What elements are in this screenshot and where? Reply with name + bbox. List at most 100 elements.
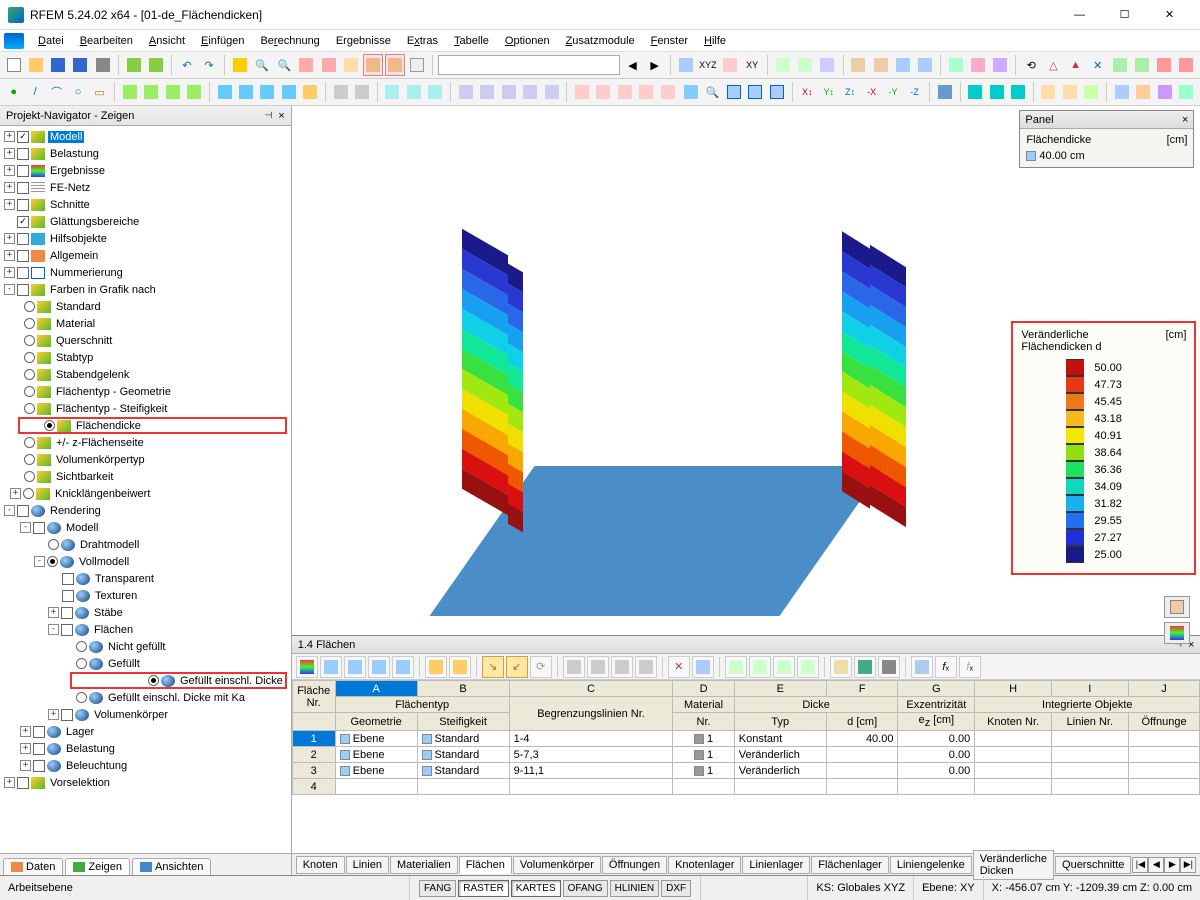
tree-item-flaechen[interactable]: Flächen	[92, 624, 135, 636]
tt-9[interactable]: ↙	[506, 656, 528, 678]
col-material-nr[interactable]: Nr.	[673, 713, 734, 731]
tt-1[interactable]	[296, 656, 318, 678]
tb2-p[interactable]	[352, 81, 371, 103]
system-menu-icon[interactable]	[4, 33, 24, 49]
tb2-ab[interactable]	[636, 81, 655, 103]
tree-item-querschnitt[interactable]: Querschnitt	[54, 335, 114, 347]
tb2-f[interactable]	[120, 81, 139, 103]
loadcase-combo[interactable]	[438, 55, 620, 75]
tb2-ax6[interactable]: -Z	[905, 81, 924, 103]
tb2-b[interactable]: /	[25, 81, 44, 103]
menu-ergebnisse[interactable]: Ergebnisse	[328, 33, 399, 49]
minimize-button[interactable]: —	[1057, 1, 1102, 29]
table-tab-knoten[interactable]: Knoten	[296, 856, 345, 874]
tb-c4[interactable]	[363, 54, 383, 76]
tb-new[interactable]	[4, 54, 24, 76]
tree-item-staebe[interactable]: Stäbe	[92, 607, 125, 619]
table-row[interactable]: 2 Ebene Standard 5-7,3 1 Veränderlich 0.…	[292, 747, 1200, 763]
tb2-m2[interactable]	[987, 81, 1006, 103]
tb-nav-next[interactable]: ▶	[645, 54, 665, 76]
table-tab-volumenkörper[interactable]: Volumenkörper	[513, 856, 601, 874]
tb2-ax4[interactable]: -X	[862, 81, 881, 103]
tb-r12[interactable]	[946, 54, 966, 76]
tb2-q[interactable]	[383, 81, 402, 103]
tb-undo[interactable]: ↶	[177, 54, 197, 76]
tt-21[interactable]	[830, 656, 852, 678]
table-tab-knotenlager[interactable]: Knotenlager	[668, 856, 741, 874]
tt-7[interactable]	[449, 656, 471, 678]
table-tab-öffnungen[interactable]: Öffnungen	[602, 856, 667, 874]
tb2-view3[interactable]	[724, 81, 743, 103]
expand-icon[interactable]: +	[4, 131, 15, 142]
tt-16[interactable]	[692, 656, 714, 678]
tb-icon-b[interactable]	[146, 54, 166, 76]
tb2-e2[interactable]	[1060, 81, 1079, 103]
tt-14[interactable]	[635, 656, 657, 678]
tree-item-flaechendicke[interactable]: Flächendicke	[74, 420, 143, 432]
tt-15[interactable]: ✕	[668, 656, 690, 678]
tt-19[interactable]	[773, 656, 795, 678]
menu-zusatzmodule[interactable]: Zusatzmodule	[558, 33, 643, 49]
tree-item-vollmodell[interactable]: Vollmodell	[77, 556, 131, 568]
col-letter-j[interactable]: J	[1128, 681, 1200, 697]
col-letter-a[interactable]: A	[335, 681, 417, 697]
tt-2[interactable]	[320, 656, 342, 678]
tree-item-material[interactable]: Material	[54, 318, 97, 330]
nav-tab-daten[interactable]: Daten	[3, 858, 63, 875]
tb2-aa[interactable]	[615, 81, 634, 103]
colgroup-dicke[interactable]: Dicke	[734, 697, 898, 713]
tb2-view2[interactable]: 🔍	[703, 81, 722, 103]
tree-item-volumenkoerper[interactable]: Volumenkörper	[92, 709, 170, 721]
tb2-iso[interactable]	[935, 81, 954, 103]
tb2-f3[interactable]	[1155, 81, 1174, 103]
tb-save[interactable]	[48, 54, 68, 76]
menu-extras[interactable]: Extras	[399, 33, 446, 49]
status-toggle-raster[interactable]: RASTER	[458, 880, 509, 897]
tb-r1[interactable]	[676, 54, 696, 76]
tb2-f1[interactable]	[1112, 81, 1131, 103]
tree-item-transparent[interactable]: Transparent	[93, 573, 156, 585]
menu-tabelle[interactable]: Tabelle	[446, 33, 497, 49]
tb-r8[interactable]	[848, 54, 868, 76]
menu-fenster[interactable]: Fenster	[643, 33, 696, 49]
tb2-a[interactable]: ●	[4, 81, 23, 103]
table-tab-veränderliche dicken[interactable]: Veränderliche Dicken	[973, 850, 1054, 880]
nav-tab-ansichten[interactable]: Ansichten	[132, 858, 211, 875]
col-letter-i[interactable]: I	[1051, 681, 1128, 697]
tree-item-vorselektion[interactable]: Vorselektion	[48, 777, 112, 789]
tree-item-drahtmodell[interactable]: Drahtmodell	[78, 539, 141, 551]
colgroup-integrierte[interactable]: Integrierte Objekte	[975, 697, 1200, 713]
navigator-tree[interactable]: +✓Modell +Belastung +Ergebnisse +FE-Netz…	[0, 126, 291, 853]
tt-6[interactable]	[425, 656, 447, 678]
col-knoten[interactable]: Knoten Nr.	[975, 713, 1052, 731]
menu-optionen[interactable]: Optionen	[497, 33, 558, 49]
tb2-g[interactable]	[142, 81, 161, 103]
tb-r7[interactable]	[817, 54, 837, 76]
tree-item-rendering[interactable]: Rendering	[48, 505, 103, 517]
tb2-i[interactable]	[185, 81, 204, 103]
tree-item-schnitte[interactable]: Schnitte	[48, 199, 92, 211]
tree-item-ergebnisse[interactable]: Ergebnisse	[48, 165, 107, 177]
tree-item-belastung[interactable]: Belastung	[48, 148, 101, 160]
tb-c5[interactable]	[385, 54, 405, 76]
table-tab-querschnitte[interactable]: Querschnitte	[1055, 856, 1131, 874]
col-flaeche-nr[interactable]: FlächeNr.	[292, 681, 335, 713]
tree-item-stabtyp[interactable]: Stabtyp	[54, 352, 95, 364]
tb2-f4[interactable]	[1176, 81, 1195, 103]
table-tab-liniengelenke[interactable]: Liniengelenke	[890, 856, 972, 874]
tb-icon-a[interactable]	[124, 54, 144, 76]
tb-c2[interactable]	[319, 54, 339, 76]
tb-save2[interactable]	[70, 54, 90, 76]
tb-c3[interactable]	[341, 54, 361, 76]
col-begrenzung[interactable]: Begrenzungslinien Nr.	[509, 697, 673, 731]
col-typ[interactable]: Typ	[734, 713, 826, 731]
tb2-e1[interactable]	[1039, 81, 1058, 103]
radio-flaechendicke[interactable]	[44, 420, 55, 431]
tt-4[interactable]	[368, 656, 390, 678]
tree-item-modell[interactable]: Modell	[48, 131, 84, 143]
tb2-u[interactable]	[477, 81, 496, 103]
tree-item-volumenkoerpertyp[interactable]: Volumenkörpertyp	[54, 454, 147, 466]
col-steifigkeit[interactable]: Steifigkeit	[417, 713, 509, 731]
menu-einfuegen[interactable]: Einfügen	[193, 33, 252, 49]
tt-12[interactable]	[587, 656, 609, 678]
